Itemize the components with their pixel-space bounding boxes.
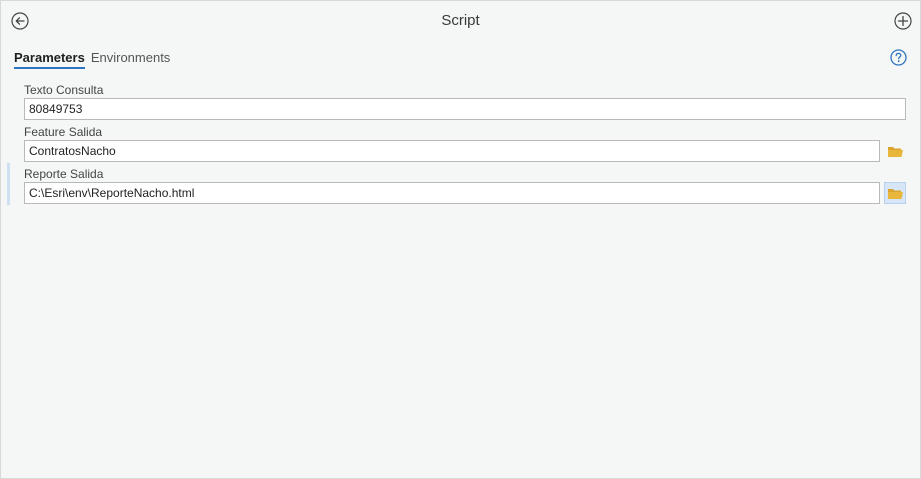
parameter-label: Texto Consulta	[24, 83, 104, 97]
texto-consulta-input[interactable]	[24, 98, 906, 120]
parameter-feature-salida: Feature Salida	[24, 125, 906, 162]
help-button[interactable]	[890, 49, 907, 66]
page-title: Script	[441, 12, 480, 29]
reporte-salida-input[interactable]	[24, 182, 880, 204]
pane-header: Script	[1, 1, 920, 41]
browse-button[interactable]	[884, 182, 906, 204]
feature-salida-input[interactable]	[24, 140, 880, 162]
tab-environments[interactable]: Environments	[91, 50, 170, 67]
add-button[interactable]	[894, 12, 912, 30]
folder-open-icon	[887, 188, 903, 199]
tab-bar: Parameters Environments	[14, 49, 176, 69]
selected-parameter-indicator	[7, 163, 10, 205]
folder-open-icon	[887, 146, 903, 157]
plus-circle-icon	[894, 12, 912, 30]
browse-button[interactable]	[884, 140, 906, 162]
parameter-reporte-salida: Reporte Salida	[24, 167, 906, 204]
tab-parameters[interactable]: Parameters	[14, 50, 85, 69]
help-circle-icon	[890, 49, 907, 66]
parameter-label: Reporte Salida	[24, 167, 104, 181]
parameter-texto-consulta: Texto Consulta	[24, 83, 906, 120]
parameter-label: Feature Salida	[24, 125, 103, 139]
geoprocessing-pane: Script Parameters Environments Texto Cons…	[0, 0, 921, 479]
